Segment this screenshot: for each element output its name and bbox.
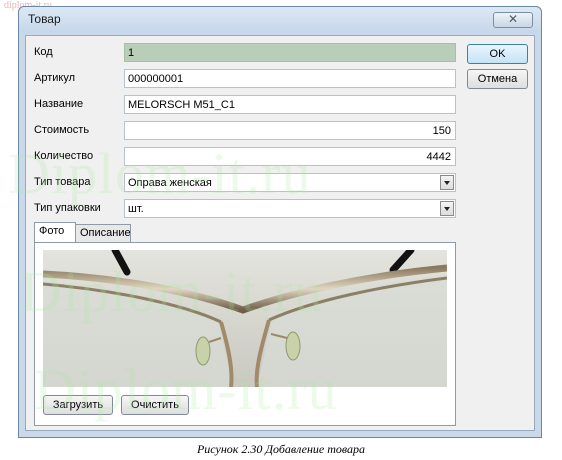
package-type-select[interactable]: шт.	[124, 199, 456, 218]
cancel-button[interactable]: Отмена	[467, 69, 528, 89]
article-label: Артикул	[34, 72, 76, 84]
product-type-value: Оправа женская	[128, 177, 212, 189]
tab-photo[interactable]: Фото	[34, 222, 76, 242]
ok-button[interactable]: OK	[467, 44, 528, 64]
quantity-label: Количество	[34, 150, 94, 162]
load-photo-button[interactable]: Загрузить	[43, 395, 113, 415]
tab-description[interactable]: Описание	[75, 224, 131, 242]
code-field[interactable]: 1	[124, 43, 456, 62]
price-field[interactable]: 150	[124, 121, 456, 140]
product-type-select[interactable]: Оправа женская	[124, 173, 456, 192]
clear-photo-button[interactable]: Очистить	[121, 395, 189, 415]
chevron-down-icon[interactable]	[440, 175, 454, 190]
glasses-image	[43, 250, 447, 387]
package-type-value: шт.	[128, 203, 144, 215]
title-bar[interactable]: Товар ✕	[19, 7, 541, 33]
photo-tab-panel: Загрузить Очистить	[34, 242, 456, 426]
product-photo	[43, 250, 447, 387]
price-label: Стоимость	[34, 124, 90, 136]
code-label: Код	[34, 46, 53, 58]
quantity-field[interactable]: 4442	[124, 147, 456, 166]
package-type-label: Тип упаковки	[34, 202, 101, 214]
dialog-title: Товар	[28, 12, 61, 26]
product-dialog: Товар ✕ Код 1 Артикул 000000001 Название…	[18, 6, 542, 438]
article-field[interactable]: 000000001	[124, 69, 456, 88]
close-button[interactable]: ✕	[493, 12, 533, 28]
chevron-down-icon[interactable]	[440, 201, 454, 216]
name-field[interactable]: MELORSCH M51_C1	[124, 95, 456, 114]
close-icon: ✕	[507, 12, 519, 26]
dialog-body: Код 1 Артикул 000000001 Название MELORSC…	[25, 35, 535, 431]
figure-caption: Рисунок 2.30 Добавление товара	[196, 442, 366, 456]
product-type-label: Тип товара	[34, 176, 91, 188]
name-label: Название	[34, 98, 84, 110]
